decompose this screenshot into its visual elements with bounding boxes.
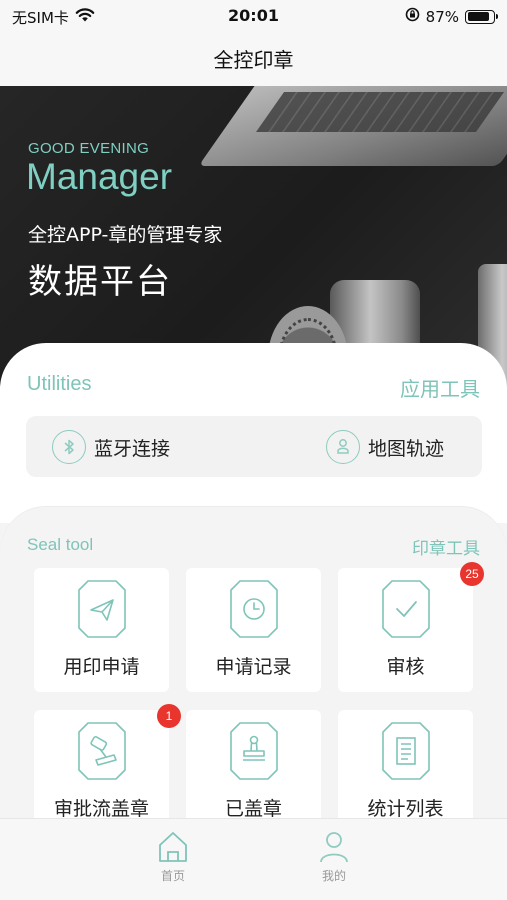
approval-stamping-badge: 1: [157, 704, 181, 728]
check-icon: [382, 580, 430, 638]
tile-label: 审核: [386, 656, 425, 678]
review-badge: 25: [460, 562, 484, 586]
banner-keyboard-image: [255, 92, 505, 132]
page-title: 全控印章: [213, 48, 294, 72]
banner-subtitle: 全控APP-章的管理专家: [28, 224, 223, 246]
tile-label: 已盖章: [224, 798, 282, 820]
tab-home[interactable]: 首页: [133, 831, 213, 884]
tile-review[interactable]: 审核: [338, 568, 473, 692]
tile-approval-stamping[interactable]: 审批流盖章: [34, 710, 169, 834]
tile-label: 申请记录: [215, 656, 292, 678]
nav-bar: 全控印章: [0, 34, 507, 86]
utilities-title-en: Utilities: [27, 373, 92, 395]
stamp-icon: [230, 722, 278, 780]
tab-profile-label: 我的: [321, 869, 346, 883]
status-right: 87%: [405, 7, 498, 26]
send-icon: [78, 580, 126, 638]
bluetooth-connect-label: 蓝牙连接: [94, 437, 171, 460]
banner-title: 数据平台: [28, 262, 172, 302]
map-track-button[interactable]: 地图轨迹: [326, 429, 444, 465]
battery-percent: 87%: [425, 7, 459, 26]
hero-banner: GOOD EVENING Manager 全控APP-章的管理专家 数据平台: [0, 86, 507, 386]
utilities-bar: 蓝牙连接 地图轨迹: [26, 416, 482, 477]
seal-tool-section: Seal tool 印章工具 用印申请 申请记录 审核 25 审批流盖章 1 已…: [0, 507, 507, 834]
battery-icon: [465, 9, 498, 24]
profile-icon: [294, 831, 374, 863]
map-track-label: 地图轨迹: [368, 437, 445, 460]
status-bar: 无SIM卡 20:01 87%: [0, 0, 507, 34]
list-icon: [382, 722, 430, 780]
tile-label: 统计列表: [367, 798, 444, 820]
seal-tool-title-zh: 印章工具: [412, 539, 480, 559]
tile-seal-application[interactable]: 用印申请: [34, 568, 169, 692]
tile-label: 审批流盖章: [53, 798, 149, 820]
stamp-approve-icon: [78, 722, 126, 780]
utilities-section: Utilities 应用工具 蓝牙连接 地图轨迹: [0, 343, 507, 523]
tab-bar: 首页 我的: [0, 818, 507, 900]
tile-statistics-list[interactable]: 统计列表: [338, 710, 473, 834]
utilities-title-zh: 应用工具: [400, 377, 480, 401]
tile-label: 用印申请: [63, 656, 140, 678]
map-track-icon: [326, 430, 360, 464]
home-icon: [133, 831, 213, 863]
orientation-lock-icon: [405, 7, 420, 26]
bluetooth-connect-button[interactable]: 蓝牙连接: [52, 429, 170, 465]
battery-fill: [467, 12, 490, 21]
seal-tool-title-en: Seal tool: [27, 535, 94, 554]
tab-profile[interactable]: 我的: [294, 831, 374, 884]
tile-application-records[interactable]: 申请记录: [186, 568, 321, 692]
banner-role: Manager: [26, 156, 173, 197]
tab-home-label: 首页: [160, 869, 185, 883]
clock-icon: [230, 580, 278, 638]
bluetooth-icon: [52, 430, 86, 464]
tile-stamped[interactable]: 已盖章: [186, 710, 321, 834]
banner-greeting: GOOD EVENING: [28, 140, 150, 157]
